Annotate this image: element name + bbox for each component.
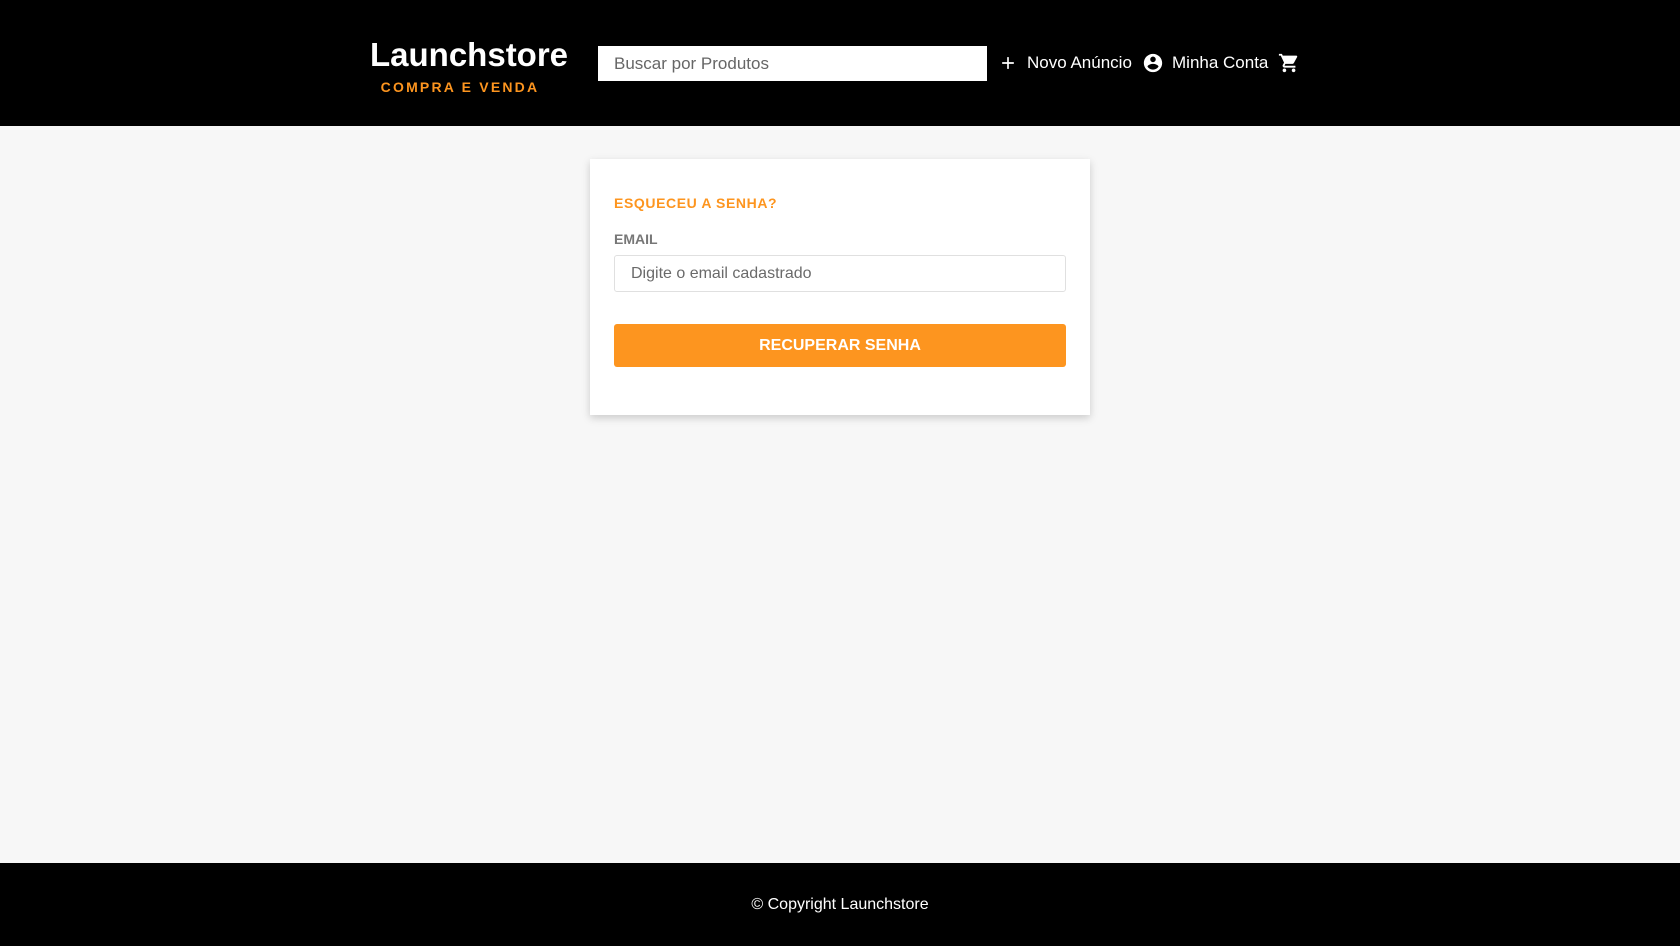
recover-password-button[interactable]: RECUPERAR SENHA xyxy=(614,324,1066,367)
page: Launchstore COMPRA E VENDA Novo Anúncio … xyxy=(0,0,1680,946)
email-label: EMAIL xyxy=(614,231,658,247)
logo-link[interactable]: Launchstore COMPRA E VENDA xyxy=(370,36,569,96)
new-ad-link[interactable]: Novo Anúncio xyxy=(998,48,1132,78)
my-account-link[interactable]: Minha Conta xyxy=(1142,48,1268,78)
search-input[interactable] xyxy=(598,46,987,81)
cart-link[interactable] xyxy=(1278,48,1300,78)
forgot-password-form: ESQUECEU A SENHA? EMAIL RECUPERAR SENHA xyxy=(590,159,1090,415)
email-field[interactable] xyxy=(614,255,1066,292)
new-ad-label: Novo Anúncio xyxy=(1027,53,1132,72)
site-header: Launchstore COMPRA E VENDA Novo Anúncio … xyxy=(0,0,1680,126)
shopping-cart-icon xyxy=(1278,52,1300,74)
site-footer: © Copyright Launchstore xyxy=(0,863,1680,946)
plus-icon xyxy=(998,53,1018,73)
account-circle-icon xyxy=(1142,52,1164,74)
form-title: ESQUECEU A SENHA? xyxy=(614,195,778,211)
logo-title: Launchstore xyxy=(370,36,569,73)
copyright-text: © Copyright Launchstore xyxy=(751,895,929,913)
my-account-label: Minha Conta xyxy=(1172,53,1269,72)
logo-subtitle: COMPRA E VENDA xyxy=(380,79,540,95)
